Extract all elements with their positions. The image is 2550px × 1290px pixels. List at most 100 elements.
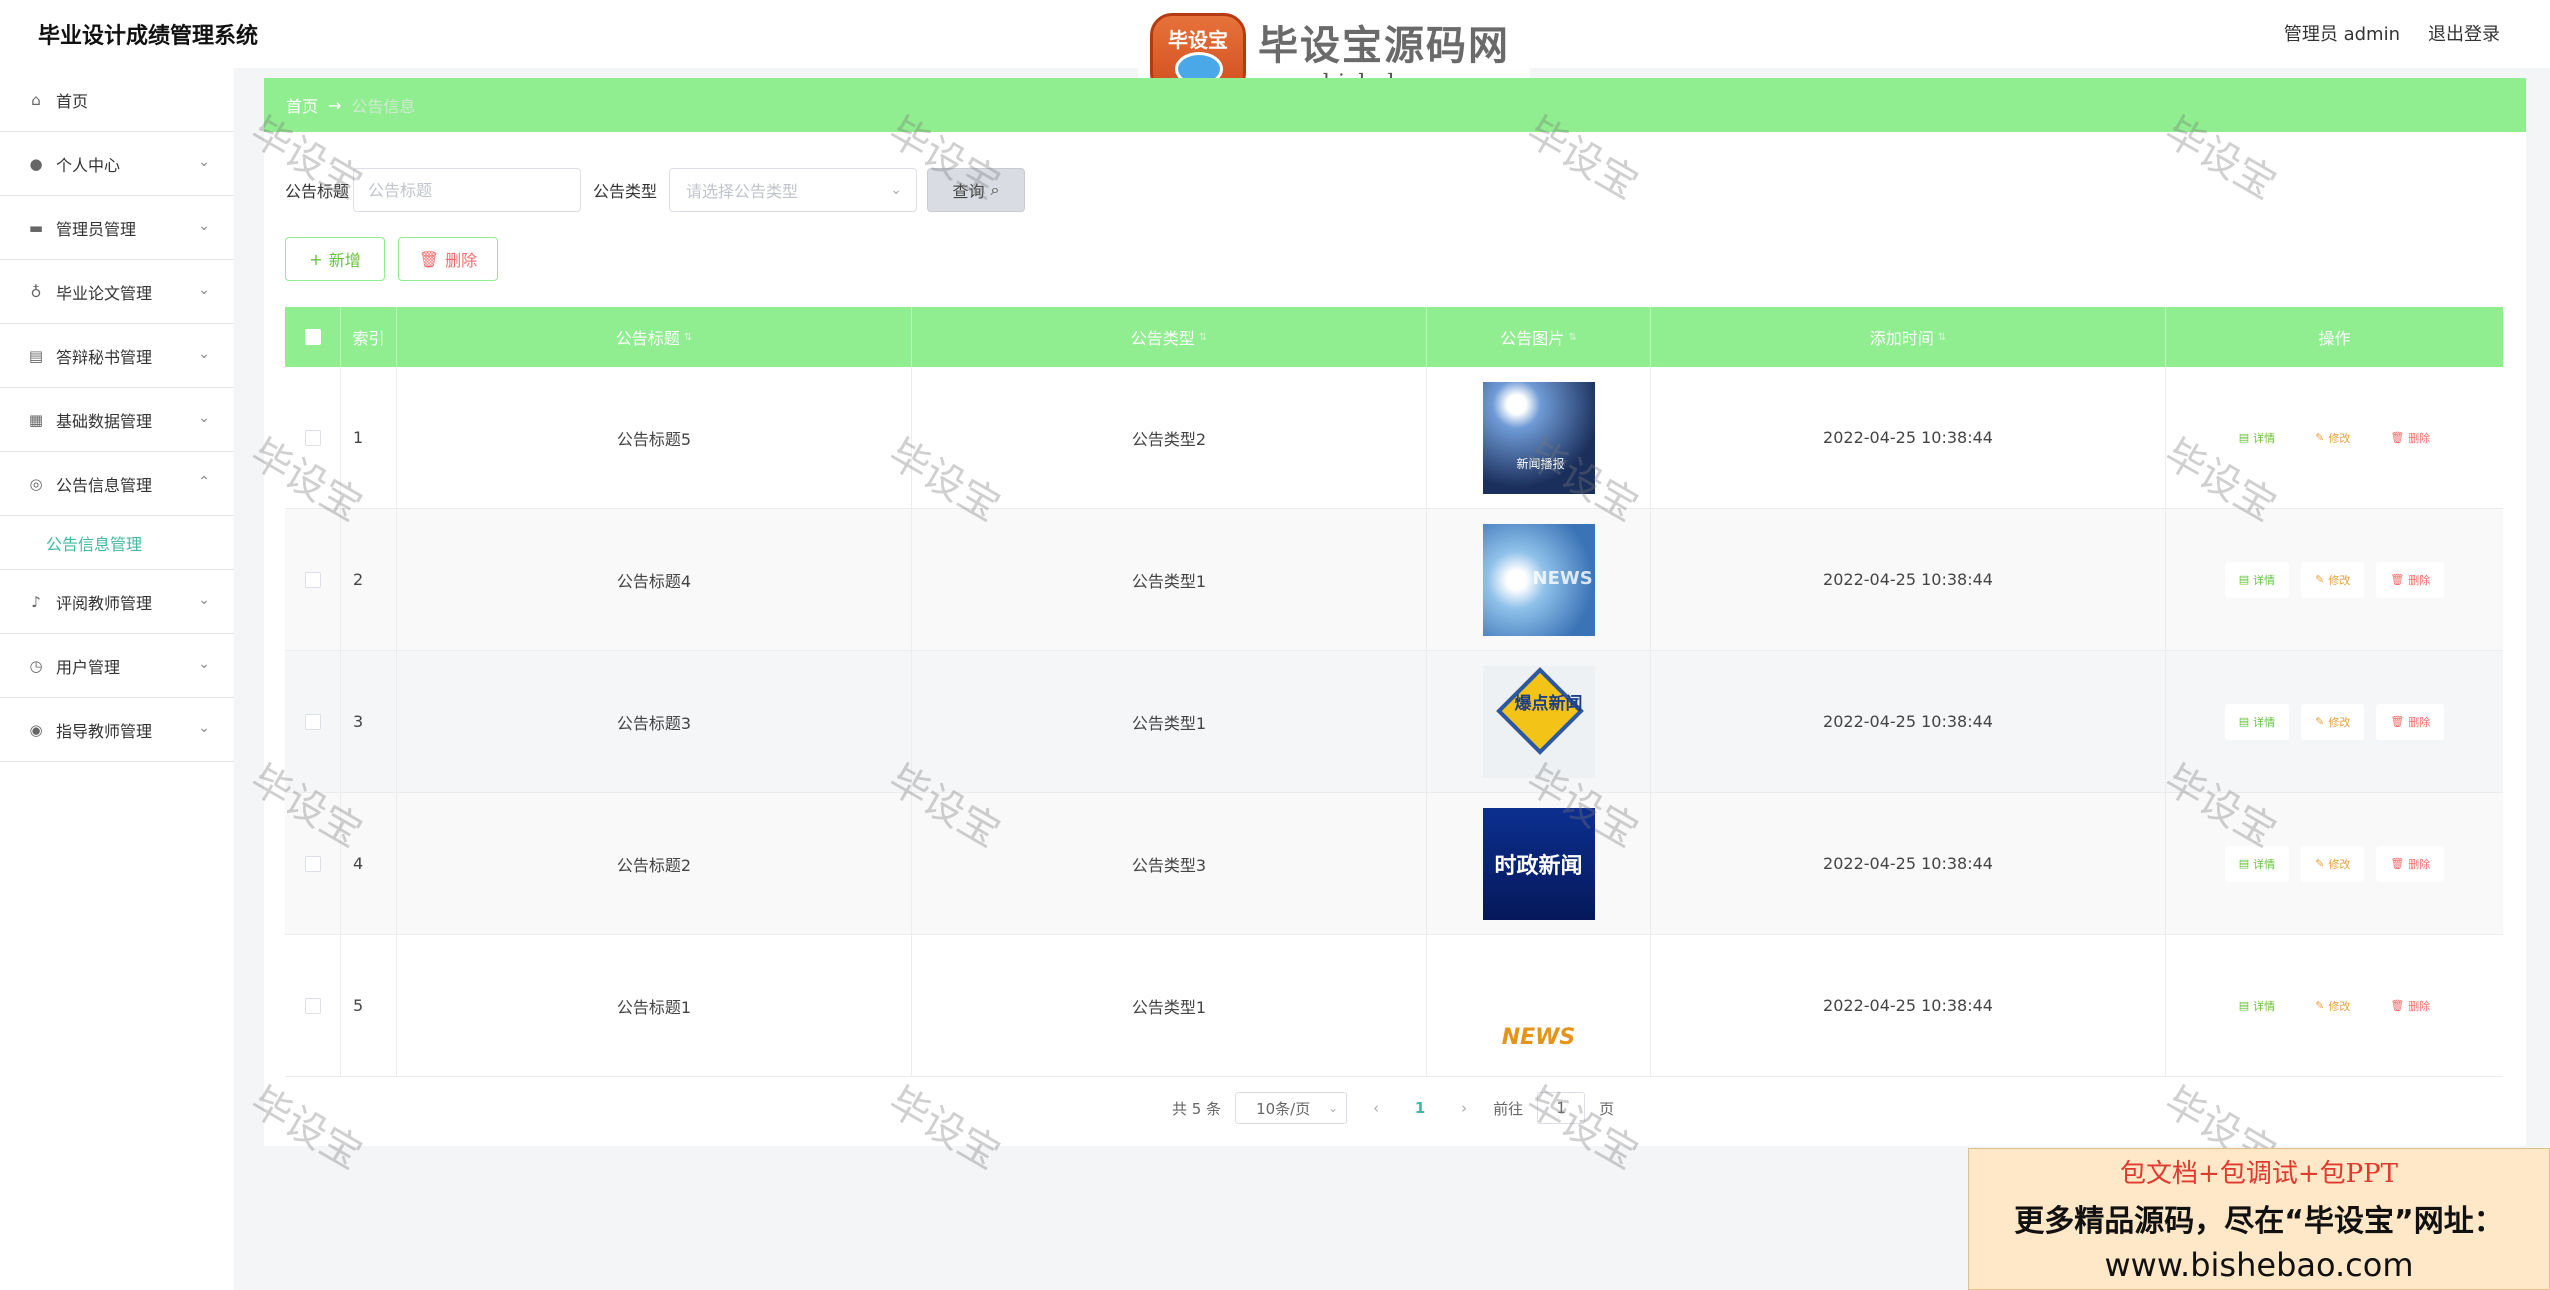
sort-icon[interactable]: ⇅ [1938, 332, 1946, 343]
row-time: 2022-04-25 10:38:44 [1651, 367, 2166, 508]
select-all-cell [285, 307, 341, 367]
edit-icon: ✎ [2315, 857, 2325, 870]
edit-button[interactable]: ✎ 修改 [2301, 419, 2365, 456]
row-title: 公告标题3 [397, 651, 912, 792]
document-icon: ▤ [2238, 573, 2250, 586]
row-image-cell: 爆点新闻 [1427, 651, 1651, 792]
row-time: 2022-04-25 10:38:44 [1651, 509, 2166, 650]
edit-label: 修改 [2328, 573, 2351, 587]
detail-button[interactable]: ▤ 详情 [2224, 419, 2290, 456]
notice-thumbnail[interactable]: NEWS [1482, 523, 1595, 636]
breadcrumb-home[interactable]: 首页 [286, 93, 318, 117]
sort-icon[interactable]: ⇅ [1199, 332, 1207, 343]
admin-user-label[interactable]: 管理员 admin [2284, 20, 2400, 46]
logout-button[interactable]: 退出登录 [2428, 20, 2500, 46]
remove-label: 删除 [2408, 573, 2431, 587]
table-row[interactable]: 1 公告标题5 公告类型2 新闻播报 2022-04-25 10:38:44 ▤… [285, 367, 2503, 509]
header-image[interactable]: 公告图片 ⇅ [1427, 307, 1651, 367]
sidebar-item-advisor[interactable]: ◉ 指导教师管理 ⌄ [0, 698, 234, 762]
trash-icon: 🗑 [2390, 573, 2405, 586]
page-number[interactable]: 1 [1405, 1099, 1435, 1117]
title-search-input[interactable] [353, 168, 582, 212]
sidebar-item-basedata[interactable]: ▦ 基础数据管理 ⌄ [0, 388, 234, 452]
pagination: 共 5 条 10条/页 ⌄ ‹ 1 › 前往 1 页 [1172, 1092, 1614, 1124]
row-type: 公告类型1 [912, 935, 1427, 1076]
chevron-down-icon: ⌄ [198, 346, 210, 362]
remove-button[interactable]: 🗑 删除 [2376, 703, 2445, 740]
sort-icon[interactable]: ⇅ [684, 332, 692, 343]
prev-page-button[interactable]: ‹ [1361, 1099, 1391, 1117]
remove-label: 删除 [2408, 715, 2431, 729]
notice-thumbnail[interactable]: 时政新闻 [1482, 807, 1595, 920]
query-button[interactable]: 查询 ⌕ [927, 168, 1026, 212]
edit-button[interactable]: ✎ 修改 [2301, 561, 2365, 598]
table-row[interactable]: 2 公告标题4 公告类型1 NEWS 2022-04-25 10:38:44 ▤… [285, 509, 2503, 651]
detail-label: 详情 [2253, 999, 2276, 1013]
row-checkbox[interactable] [304, 429, 321, 446]
chevron-down-icon: ⌄ [198, 410, 210, 426]
row-checkbox[interactable] [304, 855, 321, 872]
row-checkbox-cell [285, 935, 341, 1076]
table-row[interactable]: 3 公告标题3 公告类型1 爆点新闻 2022-04-25 10:38:44 ▤… [285, 651, 2503, 793]
goto-prefix: 前往 [1493, 1099, 1524, 1118]
sidebar-item-notice[interactable]: ◎ 公告信息管理 ⌃ [0, 452, 234, 516]
type-select[interactable]: 请选择公告类型 ⌄ [669, 168, 918, 212]
edit-button[interactable]: ✎ 修改 [2301, 703, 2365, 740]
page-size-select[interactable]: 10条/页 ⌄ [1235, 1092, 1348, 1124]
row-image-cell: 新闻播报 [1427, 367, 1651, 508]
bulb-icon: ◎ [29, 474, 43, 493]
row-operations: ▤ 详情 ✎ 修改 🗑 删除 [2166, 509, 2503, 650]
row-image-cell: NEWS [1427, 935, 1651, 1076]
row-checkbox[interactable] [304, 713, 321, 730]
sidebar-item-home[interactable]: ⌂ 首页 [0, 68, 234, 132]
sidebar-subitem-notice[interactable]: 公告信息管理 [0, 516, 234, 570]
row-checkbox[interactable] [304, 571, 321, 588]
batch-delete-button[interactable]: 🗑 删除 [398, 237, 498, 281]
detail-button[interactable]: ▤ 详情 [2224, 703, 2290, 740]
row-title: 公告标题1 [397, 935, 912, 1076]
select-all-checkbox[interactable] [304, 329, 321, 345]
goto-page-input[interactable]: 1 [1537, 1092, 1586, 1124]
detail-button[interactable]: ▤ 详情 [2224, 561, 2290, 598]
table-row[interactable]: 4 公告标题2 公告类型3 时政新闻 2022-04-25 10:38:44 ▤… [285, 793, 2503, 935]
sidebar-item-profile[interactable]: ● 个人中心 ⌄ [0, 132, 234, 196]
next-page-button[interactable]: › [1449, 1099, 1479, 1117]
edit-icon: ✎ [2315, 431, 2325, 444]
header-time[interactable]: 添加时间 ⇅ [1651, 307, 2166, 367]
type-search-label: 公告类型 [593, 182, 658, 201]
header-title[interactable]: 公告标题 ⇅ [397, 307, 912, 367]
row-checkbox-cell [285, 793, 341, 934]
detail-label: 详情 [2253, 431, 2276, 445]
notice-thumbnail[interactable]: 爆点新闻 [1482, 665, 1595, 778]
notice-thumbnail[interactable]: 新闻播报 [1482, 381, 1595, 494]
remove-button[interactable]: 🗑 删除 [2376, 845, 2445, 882]
notice-thumbnail[interactable]: NEWS [1482, 949, 1595, 1062]
breadcrumb-current: 公告信息 [351, 97, 416, 116]
sort-icon[interactable]: ⇅ [1568, 332, 1576, 343]
edit-button[interactable]: ✎ 修改 [2301, 987, 2365, 1024]
remove-button[interactable]: 🗑 删除 [2376, 561, 2445, 598]
row-checkbox[interactable] [304, 997, 321, 1014]
add-button[interactable]: + 新增 [285, 237, 385, 281]
sidebar-item-users[interactable]: ◷ 用户管理 ⌄ [0, 634, 234, 698]
header-type[interactable]: 公告类型 ⇅ [912, 307, 1427, 367]
row-operations: ▤ 详情 ✎ 修改 🗑 删除 [2166, 367, 2503, 508]
header-operations: 操作 [2166, 307, 2503, 367]
table-row[interactable]: 5 公告标题1 公告类型1 NEWS 2022-04-25 10:38:44 ▤… [285, 935, 2503, 1077]
detail-button[interactable]: ▤ 详情 [2224, 987, 2290, 1024]
sidebar-item-admin[interactable]: ▬ 管理员管理 ⌄ [0, 196, 234, 260]
table-header: 索引 公告标题 ⇅ 公告类型 ⇅ 公告图片 ⇅ 添加时间 ⇅ 操作 [285, 307, 2503, 367]
edit-button[interactable]: ✎ 修改 [2301, 845, 2365, 882]
sidebar-item-label: 评阅教师管理 [56, 593, 153, 613]
sidebar-item-secretary[interactable]: ▤ 答辩秘书管理 ⌄ [0, 324, 234, 388]
sidebar-item-thesis[interactable]: ♁ 毕业论文管理 ⌄ [0, 260, 234, 324]
detail-button[interactable]: ▤ 详情 [2224, 845, 2290, 882]
promo-line-2: 更多精品源码，尽在“毕设宝”网址： [2014, 1204, 2504, 1239]
row-time: 2022-04-25 10:38:44 [1651, 651, 2166, 792]
document-icon: ▤ [2238, 431, 2250, 444]
remove-button[interactable]: 🗑 删除 [2376, 987, 2445, 1024]
remove-button[interactable]: 🗑 删除 [2376, 419, 2445, 456]
row-operations: ▤ 详情 ✎ 修改 🗑 删除 [2166, 935, 2503, 1076]
sidebar-item-reviewer[interactable]: ♪ 评阅教师管理 ⌄ [0, 570, 234, 634]
home-icon: ⌂ [31, 90, 41, 109]
